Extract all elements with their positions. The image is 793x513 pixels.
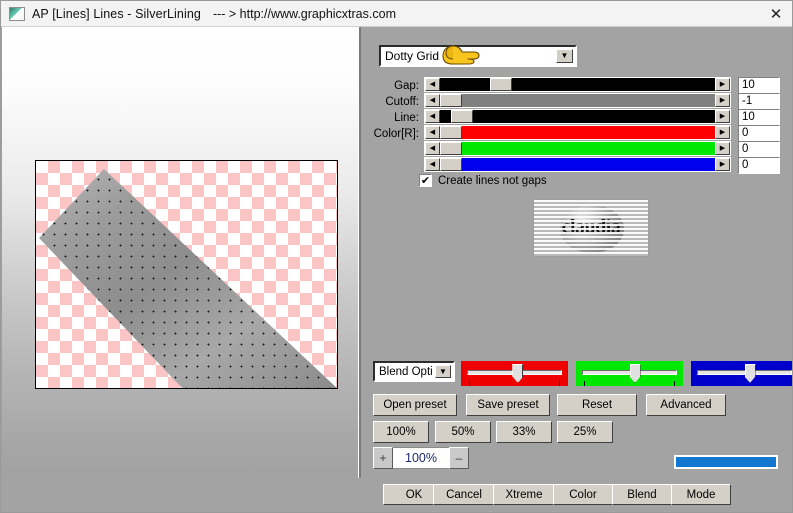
advanced-button[interactable]: Advanced bbox=[646, 394, 726, 416]
progress-bar bbox=[674, 455, 778, 469]
slider-thumb[interactable] bbox=[489, 78, 512, 91]
zoom-level-value[interactable]: 100% bbox=[393, 447, 449, 469]
slider-color-blue[interactable]: ◀ ▶ bbox=[424, 157, 731, 172]
slider-right-arrow-icon[interactable]: ▶ bbox=[715, 78, 730, 91]
controls-panel: Dotty Grid ▼ Gap: ◀ ▶ 10 Cutoff: ◀ ▶ -1 … bbox=[351, 27, 792, 512]
color-button[interactable]: Color bbox=[553, 484, 613, 505]
watermark-stripes bbox=[534, 200, 648, 256]
plugin-window: AP [Lines] Lines - SilverLining --- > ht… bbox=[0, 0, 793, 513]
slider-thumb[interactable] bbox=[440, 94, 462, 107]
slider-right-arrow-icon[interactable]: ▶ bbox=[715, 142, 730, 155]
zoom-out-button[interactable]: – bbox=[449, 447, 469, 469]
blend-options-dropdown[interactable]: Blend Opti ▼ bbox=[373, 361, 455, 382]
slider-label-gap: Gap: bbox=[394, 80, 419, 92]
slider-fill bbox=[440, 110, 715, 123]
slider-value-color-g[interactable]: 0 bbox=[738, 141, 780, 158]
chevron-down-icon[interactable]: ▼ bbox=[556, 49, 573, 63]
trackbar-tick bbox=[559, 381, 560, 386]
trackbar-thumb[interactable] bbox=[744, 364, 756, 383]
window-title-url: --- > http://www.graphicxtras.com bbox=[212, 6, 396, 21]
trackbar-thumb[interactable] bbox=[512, 364, 524, 383]
trackbar-thumb[interactable] bbox=[629, 364, 641, 383]
open-preset-button[interactable]: Open preset bbox=[373, 394, 457, 416]
slider-fill bbox=[440, 142, 715, 155]
slider-thumb[interactable] bbox=[440, 142, 462, 155]
slider-right-arrow-icon[interactable]: ▶ bbox=[715, 94, 730, 107]
slider-right-arrow-icon[interactable]: ▶ bbox=[715, 110, 730, 123]
slider-left-arrow-icon[interactable]: ◀ bbox=[425, 110, 440, 123]
chevron-down-icon[interactable]: ▼ bbox=[435, 365, 451, 378]
save-preset-button[interactable]: Save preset bbox=[466, 394, 550, 416]
checkbox-icon[interactable]: ✔ bbox=[419, 174, 432, 187]
slider-left-arrow-icon[interactable]: ◀ bbox=[425, 126, 440, 139]
slider-color-green[interactable]: ◀ ▶ bbox=[424, 141, 731, 156]
slider-value-line[interactable]: 10 bbox=[738, 109, 780, 126]
blend-button[interactable]: Blend bbox=[612, 484, 672, 505]
progress-bar-fill bbox=[676, 457, 776, 467]
slider-fill bbox=[440, 126, 715, 139]
slider-cutoff[interactable]: ◀ ▶ bbox=[424, 93, 731, 108]
mode-button[interactable]: Mode bbox=[671, 484, 731, 505]
title-bar: AP [Lines] Lines - SilverLining --- > ht… bbox=[1, 1, 792, 27]
slider-track[interactable] bbox=[440, 158, 715, 171]
slider-fill bbox=[440, 158, 715, 171]
preset-dropdown[interactable]: Dotty Grid ▼ bbox=[379, 45, 577, 67]
bottom-button-bar: OK Cancel Xtreme Color Blend Mode bbox=[1, 478, 792, 512]
create-lines-not-gaps-label: Create lines not gaps bbox=[438, 174, 547, 187]
close-icon[interactable]: ✕ bbox=[758, 1, 792, 26]
scale-33-button[interactable]: 33% bbox=[496, 421, 552, 443]
slider-label-color-r: Color[R]: bbox=[373, 128, 419, 140]
reset-button[interactable]: Reset bbox=[557, 394, 637, 416]
slider-left-arrow-icon[interactable]: ◀ bbox=[425, 78, 440, 91]
slider-value-color-b[interactable]: 0 bbox=[738, 157, 780, 174]
app-image-icon bbox=[9, 6, 25, 21]
create-lines-not-gaps-row[interactable]: ✔ Create lines not gaps bbox=[419, 174, 547, 187]
blend-options-value: Blend Opti bbox=[379, 365, 433, 378]
scale-50-button[interactable]: 50% bbox=[435, 421, 491, 443]
slider-track[interactable] bbox=[440, 94, 715, 107]
claudia-watermark-logo: claudia bbox=[533, 199, 649, 257]
slider-track[interactable] bbox=[440, 126, 715, 139]
slider-right-arrow-icon[interactable]: ▶ bbox=[715, 158, 730, 171]
xtreme-button[interactable]: Xtreme bbox=[493, 484, 555, 505]
slider-color-red[interactable]: ◀ ▶ bbox=[424, 125, 731, 140]
trackbar-tick bbox=[469, 381, 470, 386]
slider-track[interactable] bbox=[440, 142, 715, 155]
slider-line[interactable]: ◀ ▶ bbox=[424, 109, 731, 124]
slider-right-arrow-icon[interactable]: ▶ bbox=[715, 126, 730, 139]
preview-panel bbox=[2, 27, 359, 512]
slider-thumb[interactable] bbox=[440, 126, 462, 139]
slider-value-color-r[interactable]: 0 bbox=[738, 125, 780, 142]
slider-gap[interactable]: ◀ ▶ bbox=[424, 77, 731, 92]
slider-value-gap[interactable]: 10 bbox=[738, 77, 780, 94]
trackbar-red[interactable] bbox=[461, 361, 568, 386]
slider-fill bbox=[440, 78, 715, 91]
slider-fill bbox=[440, 94, 715, 107]
trackbar-tick bbox=[789, 381, 790, 386]
slider-left-arrow-icon[interactable]: ◀ bbox=[425, 94, 440, 107]
scale-100-button[interactable]: 100% bbox=[373, 421, 429, 443]
slider-left-arrow-icon[interactable]: ◀ bbox=[425, 158, 440, 171]
cancel-button[interactable]: Cancel bbox=[433, 484, 495, 505]
window-title: AP [Lines] Lines - SilverLining bbox=[32, 6, 201, 21]
trackbar-tick bbox=[674, 381, 675, 386]
preview-shape bbox=[36, 161, 337, 388]
slider-label-cutoff: Cutoff: bbox=[385, 96, 419, 108]
trackbar-tick bbox=[584, 381, 585, 386]
slider-left-arrow-icon[interactable]: ◀ bbox=[425, 142, 440, 155]
trackbar-tick bbox=[699, 381, 700, 386]
slider-track[interactable] bbox=[440, 110, 715, 123]
trackbar-green[interactable] bbox=[576, 361, 683, 386]
zoom-stepper[interactable]: + 100% – bbox=[373, 447, 469, 469]
scale-25-button[interactable]: 25% bbox=[557, 421, 613, 443]
slider-label-line: Line: bbox=[394, 112, 419, 124]
slider-thumb[interactable] bbox=[440, 158, 462, 171]
slider-track[interactable] bbox=[440, 78, 715, 91]
zoom-in-button[interactable]: + bbox=[373, 447, 393, 469]
slider-value-cutoff[interactable]: -1 bbox=[738, 93, 780, 110]
slider-thumb[interactable] bbox=[451, 110, 473, 123]
trackbar-blue[interactable] bbox=[691, 361, 792, 386]
preset-dropdown-value: Dotty Grid bbox=[385, 49, 440, 63]
preview-canvas[interactable] bbox=[35, 160, 338, 389]
